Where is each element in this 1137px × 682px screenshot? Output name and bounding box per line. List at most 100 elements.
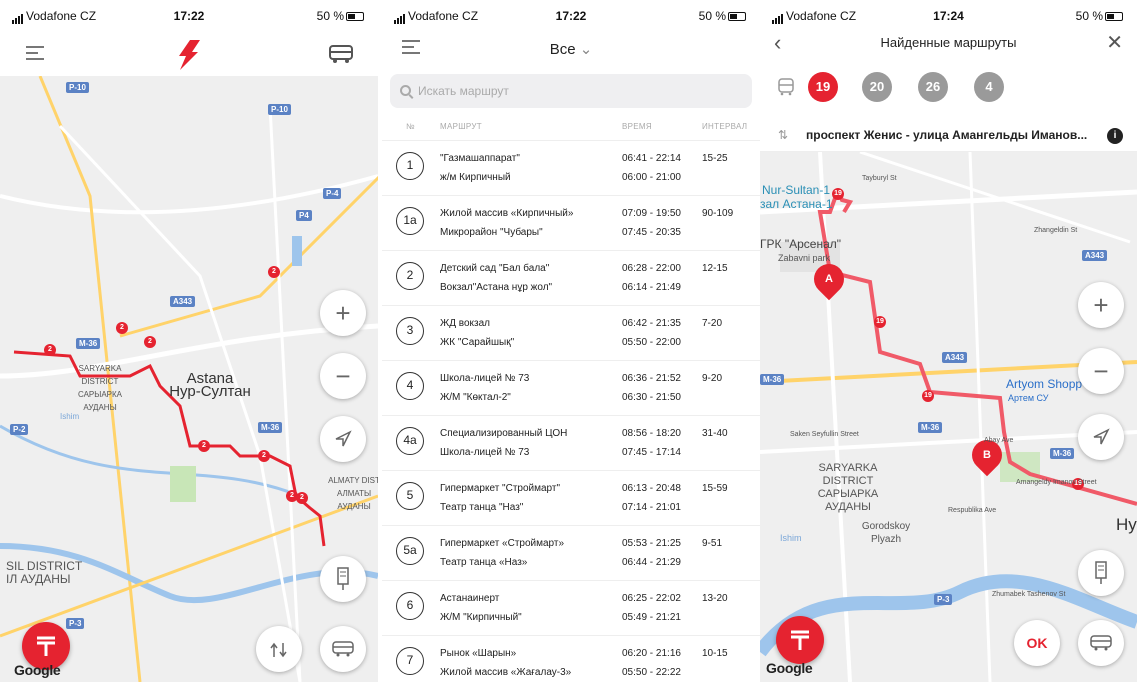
- search-input[interactable]: Искать маршрут: [390, 74, 752, 108]
- navigation-icon: [335, 430, 352, 447]
- route-chip[interactable]: 20: [862, 72, 892, 102]
- column-header: ВРЕМЯ: [622, 122, 652, 131]
- menu-icon[interactable]: [26, 46, 44, 62]
- road-tag: A343: [1082, 250, 1108, 261]
- route-icon: [270, 642, 287, 658]
- road-tag: P4: [296, 210, 312, 221]
- route-to: Микрорайон "Чубары": [440, 227, 543, 238]
- routes-list: 1 "Газмашаппарат" ж/м Кирпичный 06:41 - 22:…: [382, 140, 760, 682]
- city-map[interactable]: P-10 P-10 P-4 P4 A343 M-36 M-36 P-2 P-3 …: [0, 76, 378, 682]
- route-to: Жилой массив «Жағалау-3»: [440, 667, 572, 678]
- route-from: Гипермаркет "Строймарт": [440, 483, 561, 494]
- street-label: Saken Seyfullin Street: [790, 431, 859, 438]
- route-time-forward: 06:42 - 21:35: [622, 318, 681, 329]
- route-time-back: 06:30 - 21:50: [622, 392, 681, 403]
- transport-button[interactable]: [320, 626, 366, 672]
- status-bar: Vodafone CZ 17:22 50 %: [0, 0, 378, 26]
- route-stop[interactable]: 2: [144, 336, 156, 348]
- route-time-back: 05:50 - 22:22: [622, 667, 681, 678]
- table-row[interactable]: 4 Школа-лицей № 73 Ж/М "Көктал-2" 06:36 - 2…: [382, 360, 760, 415]
- route-from: Школа-лицей № 73: [440, 373, 530, 384]
- routes-button[interactable]: [256, 626, 302, 672]
- route-interval: 7-20: [702, 318, 723, 329]
- road-tag: P-4: [323, 188, 342, 199]
- table-row[interactable]: 4a Специализированный ЦОН Школа-лицей № 73…: [382, 415, 760, 470]
- stop-button[interactable]: [776, 616, 824, 664]
- route-name-bar[interactable]: ⇅ проспект Женис - улица Амангельды Иман…: [760, 118, 1137, 152]
- road-tag: M-36: [1050, 448, 1075, 459]
- road-tag: M-36: [760, 374, 785, 385]
- road-tag: P-10: [268, 104, 291, 115]
- road-tag: M-36: [76, 338, 101, 349]
- route-stop[interactable]: 2: [116, 322, 128, 334]
- route-time-forward: 06:28 - 22:00: [622, 263, 681, 274]
- battery-icon: [728, 12, 746, 21]
- route-from: Астанаинерт: [440, 593, 500, 604]
- route-number: 4: [396, 372, 424, 400]
- route-number: 7: [396, 647, 424, 675]
- district-label: SIL DISTRICT ІЛ АУДАНЫ: [6, 559, 83, 586]
- route-time-back: 07:45 - 17:14: [622, 447, 681, 458]
- route-stop[interactable]: 2: [268, 266, 280, 278]
- column-header: ИНТЕРВАЛ: [702, 122, 748, 131]
- route-stop[interactable]: 2: [296, 492, 308, 504]
- table-row[interactable]: 5a Гипермаркет «Строймарт» Театр танца «На…: [382, 525, 760, 580]
- battery-icon: [346, 12, 364, 21]
- route-stop[interactable]: 19: [922, 390, 934, 402]
- route-stop[interactable]: 19: [874, 316, 886, 328]
- place-label: Nur-Sultan-1: [762, 183, 831, 197]
- route-time-back: 05:49 - 21:21: [622, 612, 681, 623]
- filter-dropdown[interactable]: Все ⌄: [382, 40, 760, 58]
- bus-icon[interactable]: [328, 44, 354, 64]
- table-row[interactable]: 3 ЖД вокзал ЖК "Сарайшық" 06:42 - 21:35 05:5…: [382, 305, 760, 360]
- back-icon[interactable]: ‹: [774, 28, 781, 58]
- zoom-in-button[interactable]: +: [320, 290, 366, 336]
- title-bar: ‹ Найденные маршруты ✕: [760, 28, 1137, 64]
- table-row[interactable]: 7 Рынок «Шарын» Жилой массив «Жағалау-3» 06…: [382, 635, 760, 682]
- close-icon[interactable]: ✕: [1106, 28, 1123, 58]
- route-to: Ж/М "Кирпичный": [440, 612, 522, 623]
- street-label: Zhangeldin St: [1034, 227, 1078, 234]
- route-number: 6: [396, 592, 424, 620]
- route-to: Театр танца «Наз»: [440, 557, 528, 568]
- route-name: проспект Женис - улица Амангельды Иманов…: [806, 128, 1088, 142]
- street-label: Zhumabek Tashenov St: [992, 591, 1066, 598]
- locate-button[interactable]: [320, 416, 366, 462]
- zoom-out-button[interactable]: −: [320, 353, 366, 399]
- info-icon[interactable]: i: [1107, 128, 1123, 144]
- route-time-forward: 06:20 - 21:16: [622, 648, 681, 659]
- route-chip-selected[interactable]: 19: [808, 72, 838, 102]
- route-stop[interactable]: 2: [44, 344, 56, 356]
- route-interval: 9-20: [702, 373, 723, 384]
- road-tag: A343: [942, 352, 968, 363]
- table-row[interactable]: 2 Детский сад "Бал бала" Вокзал"Астана нұр…: [382, 250, 760, 305]
- table-row[interactable]: 1 "Газмашаппарат" ж/м Кирпичный 06:41 - 22:…: [382, 140, 760, 195]
- city-label: Astana Нур-Султан: [169, 370, 251, 400]
- route-chip[interactable]: 4: [974, 72, 1004, 102]
- map-screen: Vodafone CZ 17:22 50 % P-10 P-10 P-4 P4 …: [0, 0, 378, 682]
- table-row[interactable]: 1a Жилой массив «Кирпичный» Микрорайон "Чу…: [382, 195, 760, 250]
- table-row[interactable]: 6 Астанаинерт Ж/М "Кирпичный" 06:25 - 22:02…: [382, 580, 760, 635]
- route-stop[interactable]: 2: [198, 440, 210, 452]
- route-chip[interactable]: 26: [918, 72, 948, 102]
- route-from: "Газмашаппарат": [440, 153, 520, 164]
- ok-button[interactable]: OK: [1014, 620, 1060, 666]
- locate-button[interactable]: [1078, 414, 1124, 460]
- place-label: Artyom Shopp: [1006, 377, 1083, 391]
- zoom-out-button[interactable]: −: [1078, 348, 1124, 394]
- route-number: 1a: [396, 207, 424, 235]
- transport-button[interactable]: [1078, 620, 1124, 666]
- stop-sign-button[interactable]: [320, 556, 366, 602]
- place-label: ГРК "Арсенал": [760, 237, 841, 251]
- route-interval: 9-51: [702, 538, 723, 549]
- zoom-in-button[interactable]: +: [1078, 282, 1124, 328]
- route-stop[interactable]: 2: [258, 450, 270, 462]
- column-header: МАРШРУТ: [440, 122, 482, 131]
- route-from: ЖД вокзал: [440, 318, 491, 329]
- street-label: Respublika Ave: [948, 507, 997, 514]
- stop-sign-button[interactable]: [1078, 550, 1124, 596]
- route-map[interactable]: A343 A343 M-36 M-36 M-36 P-3 19 19 19 19…: [760, 152, 1137, 682]
- table-row[interactable]: 5 Гипермаркет "Строймарт" Театр танца "Наз…: [382, 470, 760, 525]
- route-stop[interactable]: 19: [832, 188, 844, 200]
- route-number: 5: [396, 482, 424, 510]
